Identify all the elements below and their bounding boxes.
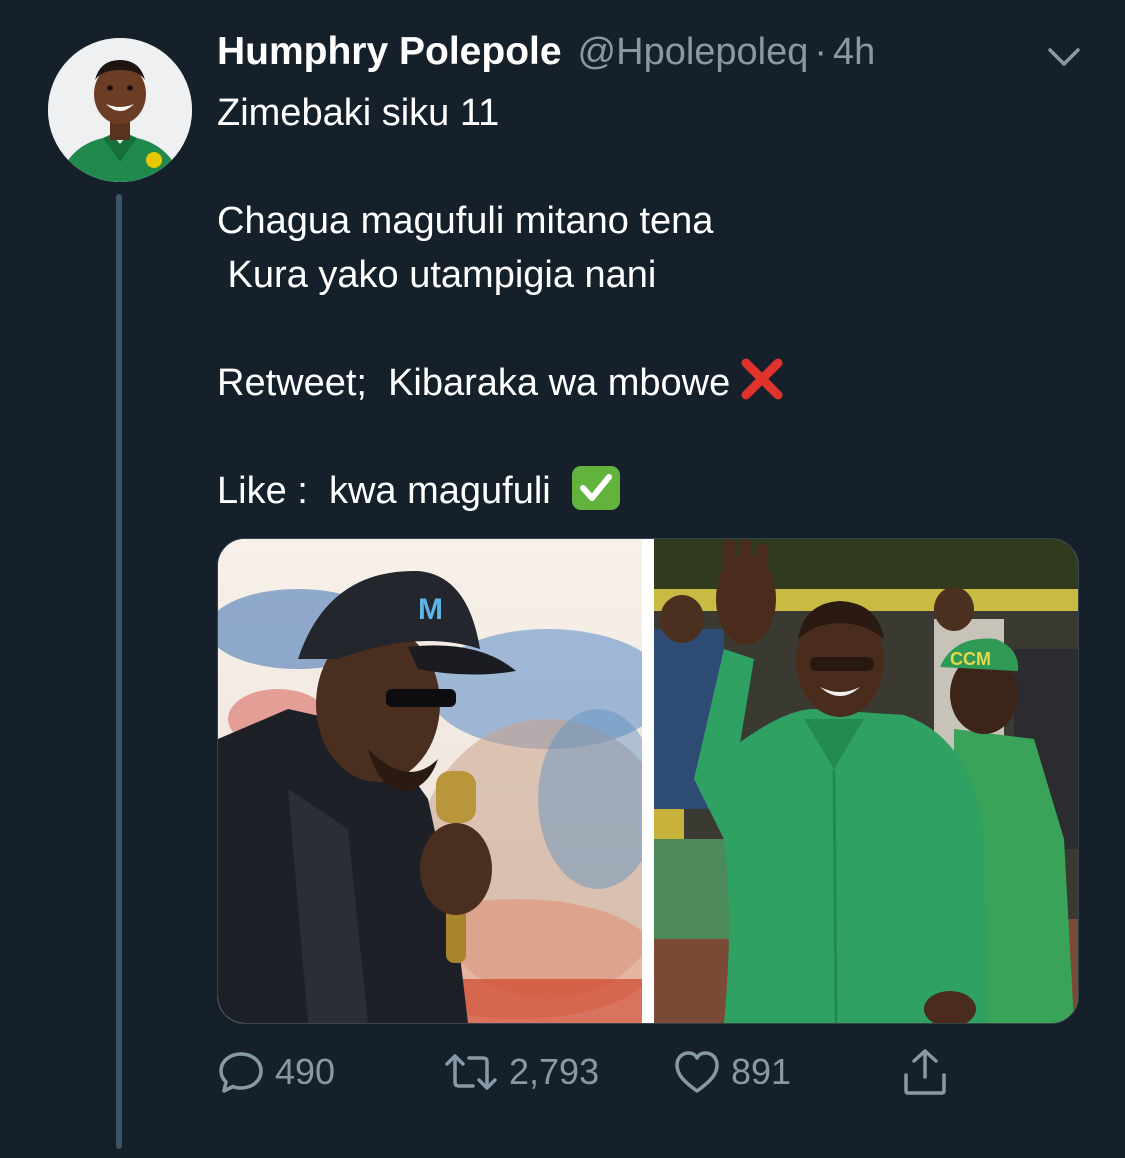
retweet-icon [443, 1048, 499, 1096]
like-button[interactable]: 891 [673, 1040, 791, 1104]
tweet-timestamp[interactable]: 4h [833, 31, 875, 74]
author-avatar[interactable] [48, 38, 192, 182]
share-icon [901, 1047, 949, 1097]
heart-icon [673, 1049, 721, 1095]
retweet-count: 2,793 [509, 1051, 600, 1092]
reply-count: 490 [275, 1051, 336, 1092]
media-photo-right[interactable]: CCM [654, 539, 1078, 1023]
tweet-line-text: Like : kwa magufuli [217, 470, 551, 512]
tweet-media-grid: M CCM [217, 538, 1079, 1024]
tweet-line: Chagua magufuli mitano tena [217, 200, 714, 242]
reply-icon [217, 1048, 265, 1096]
thread-connector-line [116, 194, 122, 1149]
header-separator: · [814, 31, 828, 73]
cross-mark-emoji [740, 357, 784, 416]
tweet-header: Humphry Polepole @Hpolepoleq · 4h [217, 30, 875, 82]
retweet-button[interactable]: 2,793 [443, 1040, 599, 1104]
tweet-line-like: Like : kwa magufuli [217, 464, 1077, 518]
chevron-down-icon[interactable] [1044, 40, 1084, 74]
right-cap-text: CCM [950, 649, 991, 669]
tweet-action-bar: 490 2,793 891 [217, 1040, 957, 1104]
media-photo-left[interactable]: M [218, 539, 642, 1023]
author-handle[interactable]: @Hpolepoleq [578, 31, 809, 74]
tweet-line-text: Retweet; Kibaraka wa mbowe [217, 362, 731, 404]
share-button[interactable] [901, 1040, 949, 1104]
tweet-body: Zimebaki siku 11 Chagua magufuli mitano … [217, 86, 1077, 518]
tweet-line: Zimebaki siku 11 [217, 92, 500, 134]
left-cap-text: M [418, 593, 443, 626]
check-mark-emoji [571, 465, 621, 526]
tweet-line-retweet: Retweet; Kibaraka wa mbowe [217, 356, 1077, 410]
tweet-line: Kura yako utampigia nani [217, 254, 657, 296]
reply-button[interactable]: 490 [217, 1040, 335, 1104]
author-name[interactable]: Humphry Polepole [217, 30, 562, 74]
like-count: 891 [731, 1051, 792, 1092]
